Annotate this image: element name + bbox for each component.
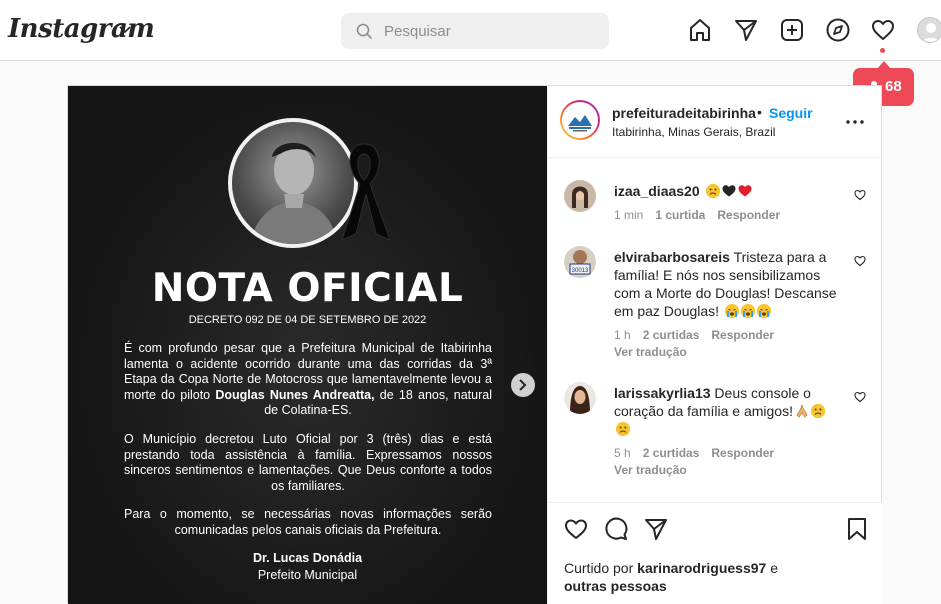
pilot-name: Douglas Nunes Andreatta, (215, 387, 375, 402)
comment-likes[interactable]: 1 curtida (655, 208, 705, 222)
commenter-username[interactable]: izaa_diaas20 (614, 183, 700, 199)
new-post-icon[interactable] (779, 17, 805, 43)
crying-face-emoji (724, 304, 739, 318)
like-heart-icon[interactable] (564, 517, 588, 541)
reply-button[interactable]: Responder (711, 328, 774, 342)
signature-name: Dr. Lucas Donádia (252, 551, 363, 565)
post-dialog: NOTA OFICIAL DECRETO 092 DE 04 DE SETEMB… (67, 85, 882, 604)
commenter-avatar[interactable] (564, 382, 596, 414)
commenter-username[interactable]: larissakyrlia13 (614, 385, 711, 401)
top-navigation-bar: Instagram (0, 0, 941, 61)
comment-meta: 5 h 2 curtidas Responder (614, 446, 786, 460)
instagram-logo[interactable]: Instagram (8, 14, 155, 44)
statement-paragraph-2: O Município decretou Luto Oficial por 3 … (124, 432, 492, 493)
reply-button[interactable]: Responder (717, 208, 780, 222)
signature-role: Prefeito Municipal (257, 568, 358, 582)
comment-text: larissakyrlia13 Deus console o coração d… (614, 384, 844, 438)
like-comment-heart-icon[interactable] (854, 255, 866, 267)
black-heart-emoji (722, 184, 736, 198)
city-logo-icon (568, 115, 592, 132)
statement-paragraph-3: Para o momento, se necessárias novas inf… (124, 507, 492, 537)
see-translation-link[interactable]: Ver tradução (614, 463, 687, 477)
decree-line: DECRETO 092 DE 04 DE SETEMBRO DE 2022 (188, 314, 427, 326)
sad-face-emoji (810, 404, 825, 418)
post-image: NOTA OFICIAL DECRETO 092 DE 04 DE SETEMB… (68, 86, 547, 604)
post-side-panel: prefeituradeitabirinha • Seguir Itabirin… (547, 86, 882, 604)
like-comment-heart-icon[interactable] (854, 391, 866, 403)
liked-by-prefix: Curtido por (564, 560, 634, 576)
more-options-icon[interactable] (846, 120, 864, 124)
sad-face-emoji (705, 184, 720, 198)
crying-face-emoji (756, 304, 771, 318)
mourning-ribbon-icon (341, 143, 391, 241)
chevron-down-icon[interactable] (118, 22, 132, 36)
post-header: prefeituradeitabirinha • Seguir Itabirin… (548, 86, 882, 158)
comment-time: 5 h (614, 446, 631, 460)
next-image-button[interactable] (511, 373, 535, 397)
notification-dot (880, 48, 885, 53)
chevron-right-icon (519, 379, 527, 391)
notification-count: 68 (885, 78, 902, 95)
commenter-avatar[interactable] (564, 180, 596, 212)
search-box[interactable] (341, 13, 609, 49)
follow-button[interactable]: Seguir (769, 105, 813, 121)
sad-face-emoji (616, 422, 630, 436)
crying-face-emoji (740, 304, 755, 318)
svg-text:30013: 30013 (572, 268, 589, 274)
comment-likes[interactable]: 2 curtidas (643, 328, 700, 342)
liked-by-text: Curtido por karinarodriguess97 e outras p… (564, 559, 864, 595)
post-actions: Curtido por karinarodriguess97 e outras p… (548, 502, 882, 604)
header-separator: • (757, 104, 762, 120)
comment-meta: 1 h 2 curtidas Responder (614, 328, 786, 342)
comment-time: 1 h (614, 328, 631, 342)
explore-compass-icon[interactable] (825, 17, 851, 43)
profile-avatar[interactable] (917, 17, 941, 43)
comment-meta: 1 min 1 curtida Responder (614, 208, 792, 222)
comment-text: izaa_diaas20 (614, 182, 844, 200)
comment-likes[interactable]: 2 curtidas (643, 446, 700, 460)
activity-heart-icon[interactable] (870, 17, 896, 43)
comment-time: 1 min (614, 208, 644, 222)
reply-button[interactable]: Responder (711, 446, 774, 460)
see-translation-link[interactable]: Ver tradução (614, 345, 687, 359)
account-username[interactable]: prefeituradeitabirinha (612, 105, 756, 121)
liked-by-user[interactable]: karinarodriguess97 (637, 560, 766, 576)
red-heart-emoji (738, 184, 752, 198)
search-input[interactable] (384, 13, 599, 49)
liked-by-conj: e (770, 560, 779, 576)
praying-hands-emoji (795, 404, 809, 418)
commenter-username[interactable]: elvirabarbosareis (614, 249, 730, 265)
share-icon[interactable] (644, 517, 668, 541)
post-location[interactable]: Itabirinha, Minas Gerais, Brazil (612, 125, 775, 139)
liked-by-others[interactable]: outras pessoas (564, 578, 667, 594)
like-comment-heart-icon[interactable] (854, 189, 866, 201)
account-avatar[interactable] (560, 100, 600, 140)
home-icon[interactable] (687, 17, 713, 43)
nota-oficial-title: NOTA OFICIAL (151, 266, 464, 311)
commenter-avatar[interactable]: 30013 (564, 246, 596, 278)
profile-placeholder-icon (921, 23, 941, 42)
statement-paragraph-1: É com profundo pesar que a Prefeitura Mu… (124, 341, 492, 419)
comment-bubble-icon[interactable] (604, 517, 628, 541)
comment-text: elvirabarbosareis Tristeza para a famíli… (614, 248, 844, 320)
account-avatar-inner (562, 102, 598, 138)
save-bookmark-icon[interactable] (846, 517, 868, 541)
direct-messages-icon[interactable] (733, 17, 759, 43)
search-icon (356, 23, 373, 40)
